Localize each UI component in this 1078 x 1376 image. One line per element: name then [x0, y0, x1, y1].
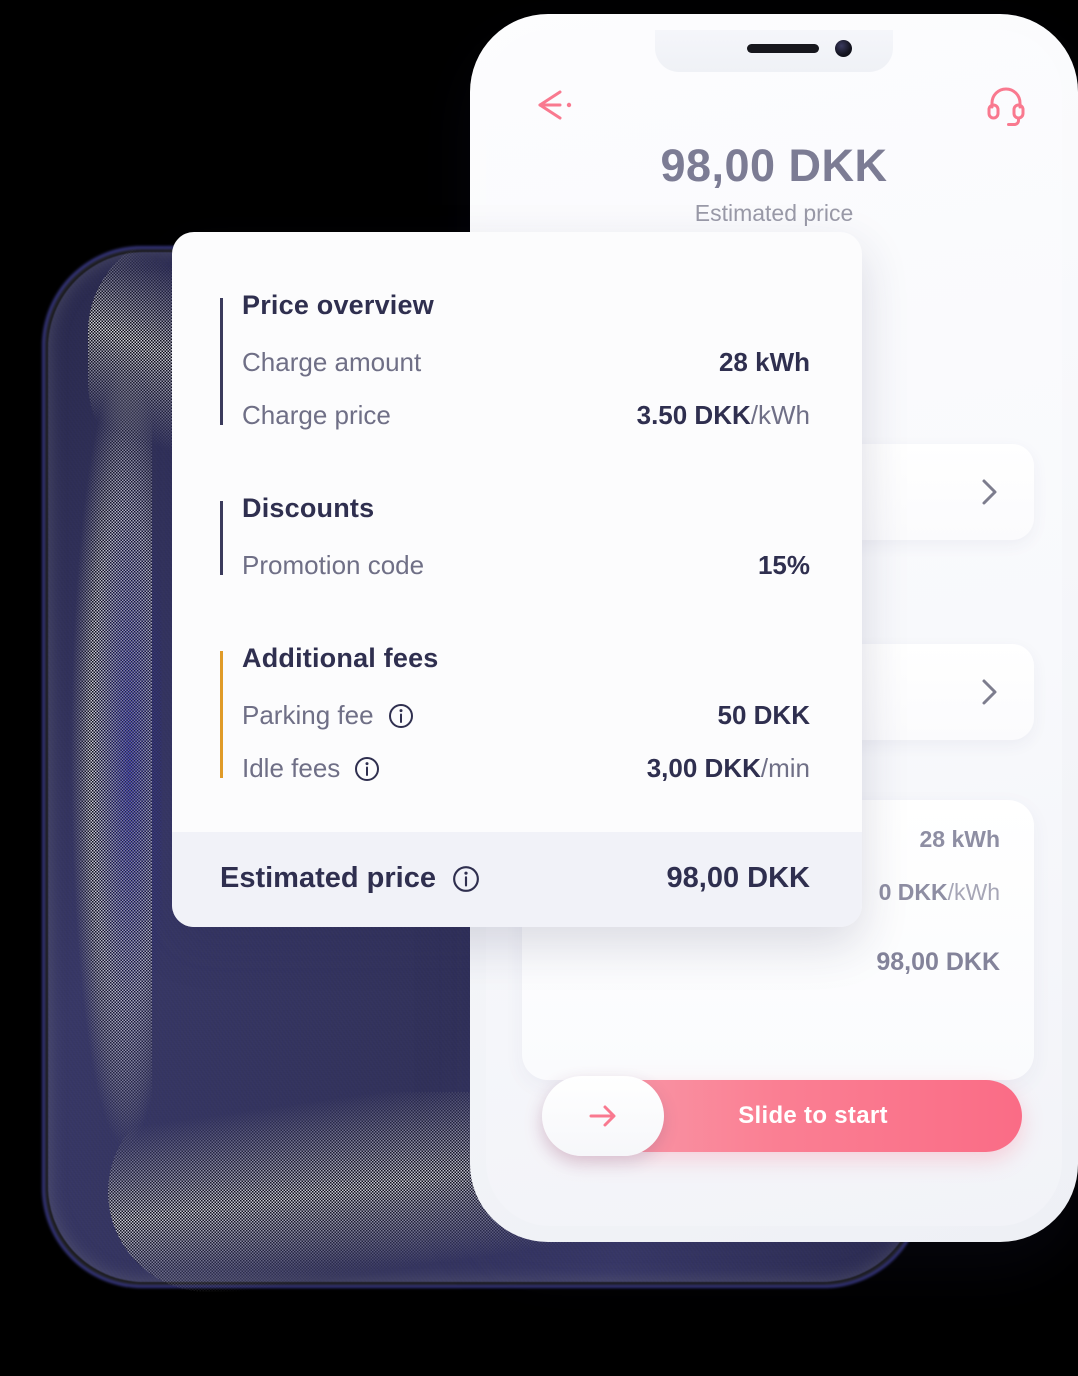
row-parking-fee: Parking fee 50 DKK: [242, 700, 810, 731]
slide-to-start-label: Slide to start: [738, 1102, 888, 1129]
front-camera: [835, 40, 852, 57]
footer-label-text: Estimated price: [220, 862, 436, 894]
info-icon[interactable]: [354, 756, 380, 782]
row-value: 15%: [757, 550, 810, 580]
row-value: 3,00 DKK/min: [647, 753, 810, 784]
slide-to-start-button[interactable]: Slide to start: [542, 1076, 1022, 1156]
row-value: 28 kWh: [718, 347, 810, 377]
row-label: Charge price: [242, 400, 391, 430]
chevron-right-icon: [980, 476, 1000, 508]
arrow-right-icon: [589, 1105, 616, 1127]
row-label-text: Idle fees: [242, 753, 341, 783]
row-charge-amount: Charge amount 28 kWh: [242, 347, 810, 378]
footer-value: 98,00 DKK: [666, 862, 810, 894]
section-discounts: Discounts Promotion code 15%: [220, 493, 810, 581]
estimated-price-footer: Estimated price 98,00 DKK: [172, 832, 862, 927]
support-button[interactable]: [982, 80, 1030, 128]
row-value: 50 DKK: [717, 700, 810, 730]
row-promotion-code: Promotion code 15%: [242, 550, 810, 581]
row-label-text: Parking fee: [242, 700, 374, 730]
section-price-overview: Price overview Charge amount 28 kWh Char…: [220, 290, 810, 431]
app-topbar: [486, 82, 1062, 134]
row-value-unit: /kWh: [750, 400, 810, 430]
slide-to-start-knob[interactable]: [542, 1076, 664, 1156]
section-title: Discounts: [242, 493, 375, 523]
background-charge-price-unit: /kWh: [947, 879, 1000, 905]
row-charge-price: Charge price 3.50 DKK/kWh: [242, 400, 810, 431]
info-icon[interactable]: [452, 865, 480, 893]
background-charge-price-value: 0 DKK: [878, 879, 948, 905]
section-title: Additional fees: [242, 643, 439, 673]
section-title: Price overview: [242, 290, 434, 320]
earpiece-speaker: [747, 44, 819, 53]
row-value-unit: /min: [760, 753, 810, 783]
footer-label: Estimated price: [220, 862, 480, 895]
row-label: Parking fee: [242, 700, 414, 731]
info-icon[interactable]: [388, 703, 414, 729]
price-breakdown-body: Price overview Charge amount 28 kWh Char…: [172, 232, 862, 832]
row-label: Charge amount: [242, 347, 422, 377]
phone-notch: [655, 30, 893, 72]
back-button[interactable]: [530, 82, 584, 128]
row-label: Idle fees: [242, 753, 380, 784]
row-value-number: 3.50 DKK: [636, 400, 751, 430]
hero-price-label: Estimated price: [694, 200, 854, 226]
hero-price-amount: 98,00 DKK: [660, 140, 888, 191]
row-idle-fees: Idle fees 3,00 DKK/min: [242, 753, 810, 784]
hero-price-block: 98,00 DKK Estimated price: [486, 140, 1062, 227]
row-value-number: 3,00 DKK: [646, 753, 761, 783]
row-value: 3.50 DKK/kWh: [637, 400, 810, 431]
background-total: 98,00 DKK: [876, 948, 1000, 976]
scene: 98,00 DKK Estimated price 28 kWh 0 DKK /…: [0, 0, 1078, 1376]
chevron-right-icon: [980, 676, 1000, 708]
row-label: Promotion code: [242, 550, 425, 580]
arrow-left-icon: [538, 90, 572, 120]
price-breakdown-card: Price overview Charge amount 28 kWh Char…: [172, 232, 862, 927]
section-additional-fees: Additional fees Parking fee 50 DKK Idle …: [220, 643, 810, 784]
headset-icon: [987, 87, 1025, 126]
